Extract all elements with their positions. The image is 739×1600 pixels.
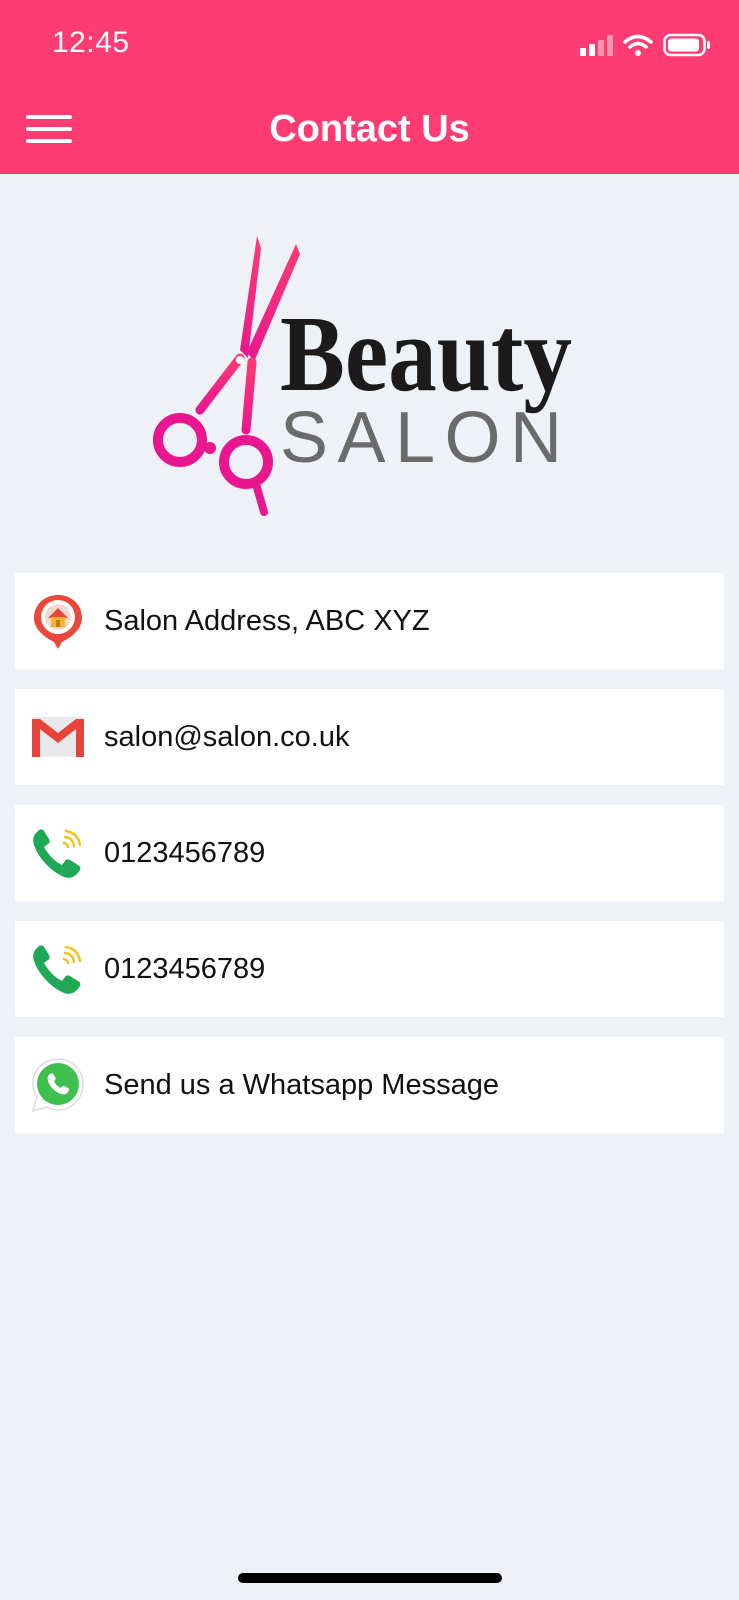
contact-phone-2[interactable]: 0123456789 [15, 921, 724, 1017]
contact-whatsapp[interactable]: Send us a Whatsapp Message [15, 1037, 724, 1133]
logo-word-salon: SALON [280, 398, 562, 478]
contact-whatsapp-label: Send us a Whatsapp Message [104, 1068, 499, 1101]
status-icons [580, 30, 711, 60]
contact-list: Salon Address, ABC XYZ salon@salon.co.uk… [15, 573, 724, 1153]
battery-icon [663, 33, 710, 57]
app-header: 12:45 Contact Us [0, 0, 739, 174]
contact-email[interactable]: salon@salon.co.uk [15, 689, 724, 785]
gmail-icon [28, 707, 88, 767]
logo-word-beauty: Beauty [280, 295, 572, 414]
contact-phone-2-label: 0123456789 [104, 952, 266, 985]
scissors-logo-graphic: Beauty SALON [153, 236, 572, 516]
contact-email-label: salon@salon.co.uk [104, 720, 350, 753]
home-indicator[interactable] [238, 1573, 502, 1583]
phone-call-icon [28, 939, 88, 999]
phone-call-icon [28, 823, 88, 883]
contact-phone-1[interactable]: 0123456789 [15, 805, 724, 901]
location-pin-icon [28, 591, 88, 651]
page-title: Contact Us [269, 108, 470, 150]
beauty-salon-logo: Beauty SALON [140, 230, 590, 530]
status-time: 12:45 [52, 26, 130, 59]
wifi-icon [623, 34, 653, 56]
contact-address-label: Salon Address, ABC XYZ [104, 604, 430, 637]
contact-address[interactable]: Salon Address, ABC XYZ [15, 573, 724, 669]
whatsapp-icon [28, 1055, 88, 1115]
contact-phone-1-label: 0123456789 [104, 836, 266, 869]
signal-icon [580, 34, 613, 56]
